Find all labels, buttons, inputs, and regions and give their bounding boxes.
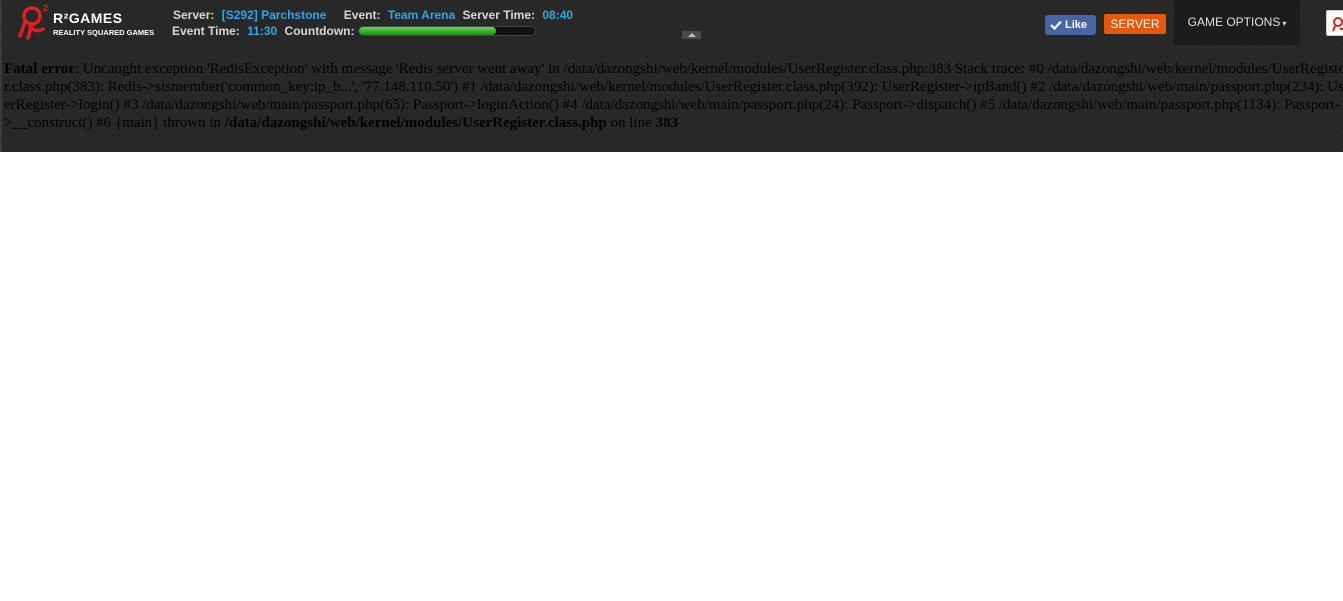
server-value[interactable]: [S292] Parchstone xyxy=(222,8,327,22)
error-on-line: on line xyxy=(606,115,656,131)
checkmark-icon xyxy=(1050,20,1062,30)
server-info-row: Server: [S292] Parchstone Event: Team Ar… xyxy=(173,8,577,22)
r2-logo-icon: 2 xyxy=(18,3,48,40)
countdown-progress-fill xyxy=(359,27,497,35)
event-time-row: Event Time: 11:30 Countdown: xyxy=(172,24,359,38)
server-time-label: Server Time: xyxy=(462,8,536,22)
facebook-like-button[interactable]: Like xyxy=(1045,15,1096,35)
event-time-value: 11:30 xyxy=(247,24,278,38)
error-line-number: 383 xyxy=(655,115,678,131)
chevron-down-icon: ▾ xyxy=(1282,19,1287,28)
server-time-value: 08:40 xyxy=(542,8,574,22)
server-label: Server: xyxy=(173,8,215,22)
fatal-error-message: Fatal error: Uncaught exception 'RedisEx… xyxy=(4,60,1343,132)
server-button[interactable]: SERVER xyxy=(1104,14,1166,34)
collapse-header-button[interactable] xyxy=(681,30,702,40)
event-label: Event: xyxy=(343,8,381,22)
game-options-label: GAME OPTIONS xyxy=(1187,15,1281,29)
event-value[interactable]: Team Arena xyxy=(388,8,455,22)
svg-text:2: 2 xyxy=(43,3,48,13)
brand-name: R²GAMES xyxy=(53,10,123,26)
r2-side-tab[interactable] xyxy=(1326,10,1343,36)
countdown-progress-bar xyxy=(358,26,536,36)
r2-small-logo-icon xyxy=(1332,17,1343,32)
top-bar: 2 R²GAMES REALITY SQUARED GAMES Server: … xyxy=(0,0,1343,152)
game-options-menu[interactable]: GAME OPTIONS ▾ xyxy=(1174,0,1300,45)
countdown-label: Countdown: xyxy=(284,24,355,38)
brand-tagline: REALITY SQUARED GAMES xyxy=(53,28,155,37)
r2games-logo[interactable]: 2 R²GAMES REALITY SQUARED GAMES xyxy=(16,3,162,41)
error-file: /data/dazongshi/web/kernel/modules/UserR… xyxy=(224,115,607,131)
like-label: Like xyxy=(1065,19,1088,31)
error-prefix: Fatal error xyxy=(4,61,75,77)
event-time-label: Event Time: xyxy=(172,24,240,38)
